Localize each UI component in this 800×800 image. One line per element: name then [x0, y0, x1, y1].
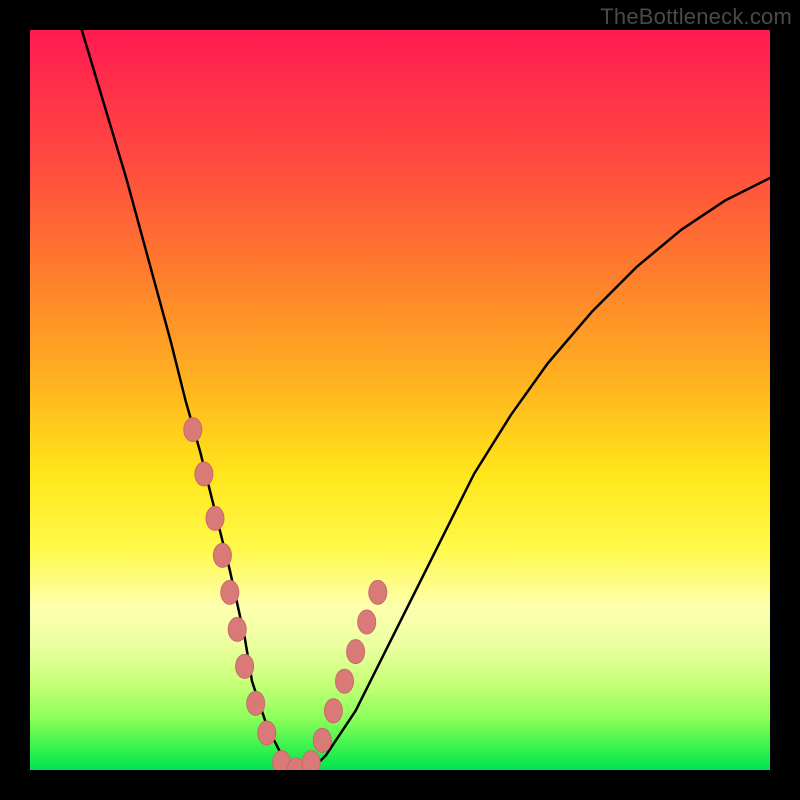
- curve-svg: [30, 30, 770, 770]
- marker-dot: [184, 418, 202, 442]
- curve-path: [82, 30, 770, 770]
- marker-dot: [313, 728, 331, 752]
- marker-dot: [347, 640, 365, 664]
- plot-area: [30, 30, 770, 770]
- marker-dot: [221, 580, 239, 604]
- marker-dot: [258, 721, 276, 745]
- marker-dot: [247, 691, 265, 715]
- marker-dot: [358, 610, 376, 634]
- marker-dot: [195, 462, 213, 486]
- marker-dot: [324, 699, 342, 723]
- marker-dot: [302, 751, 320, 770]
- watermark-text: TheBottleneck.com: [600, 4, 792, 30]
- marker-dot: [369, 580, 387, 604]
- chart-stage: TheBottleneck.com: [0, 0, 800, 800]
- marker-dot: [206, 506, 224, 530]
- marker-dot: [213, 543, 231, 567]
- marker-dot: [336, 669, 354, 693]
- bottleneck-curve: [82, 30, 770, 770]
- marker-dot: [228, 617, 246, 641]
- marker-dot: [236, 654, 254, 678]
- highlight-markers: [184, 418, 387, 770]
